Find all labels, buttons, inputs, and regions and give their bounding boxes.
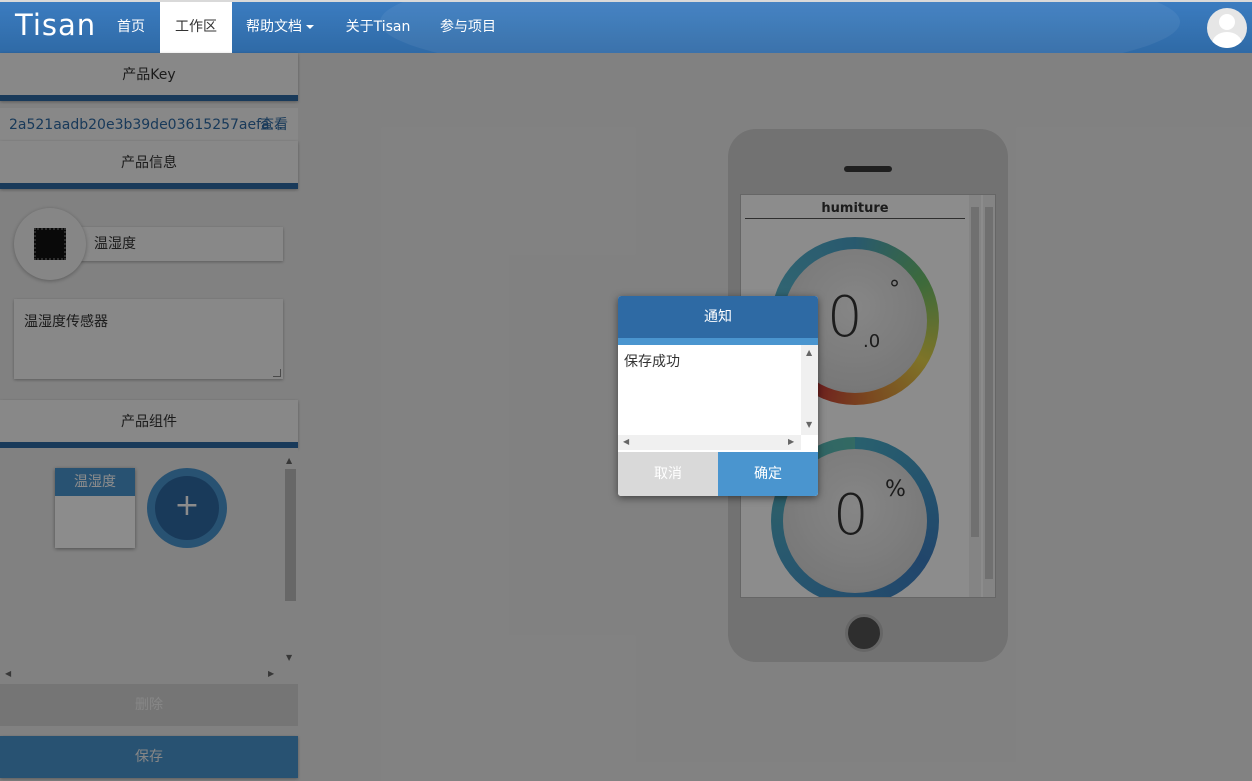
confirm-button[interactable]: 确定 — [718, 452, 818, 496]
scroll-down-icon[interactable]: ▼ — [806, 420, 812, 429]
scroll-left-icon[interactable]: ◀ — [623, 437, 629, 446]
nav-item-help-docs[interactable]: 帮助文档 — [236, 2, 324, 53]
dialog-horizontal-scrollbar[interactable]: ◀ ▶ — [618, 435, 801, 450]
notification-dialog: 通知 保存成功 ▲ ▼ ◀ ▶ 取消 确定 — [618, 296, 818, 496]
dialog-vertical-scrollbar[interactable]: ▲ ▼ — [801, 345, 818, 435]
logo[interactable]: Tisan — [15, 8, 96, 42]
avatar-body-icon — [1212, 32, 1242, 48]
top-navbar: Tisan 首页 工作区 帮助文档 关于Tisan 参与项目 — [0, 0, 1252, 53]
nav-item-about[interactable]: 关于Tisan — [334, 2, 422, 53]
scroll-up-icon[interactable]: ▲ — [806, 348, 812, 357]
chevron-down-icon — [306, 25, 314, 29]
avatar[interactable] — [1207, 8, 1247, 48]
nav-item-home[interactable]: 首页 — [106, 2, 156, 53]
avatar-head-icon — [1219, 14, 1235, 30]
scroll-right-icon[interactable]: ▶ — [788, 437, 794, 446]
dialog-title: 通知 — [618, 296, 818, 345]
dialog-message: 保存成功 — [618, 345, 818, 449]
nav-item-help-docs-label: 帮助文档 — [246, 19, 302, 35]
cancel-button[interactable]: 取消 — [618, 452, 718, 496]
nav-item-join-project[interactable]: 参与项目 — [430, 2, 506, 53]
nav-item-workspace[interactable]: 工作区 — [160, 2, 232, 53]
